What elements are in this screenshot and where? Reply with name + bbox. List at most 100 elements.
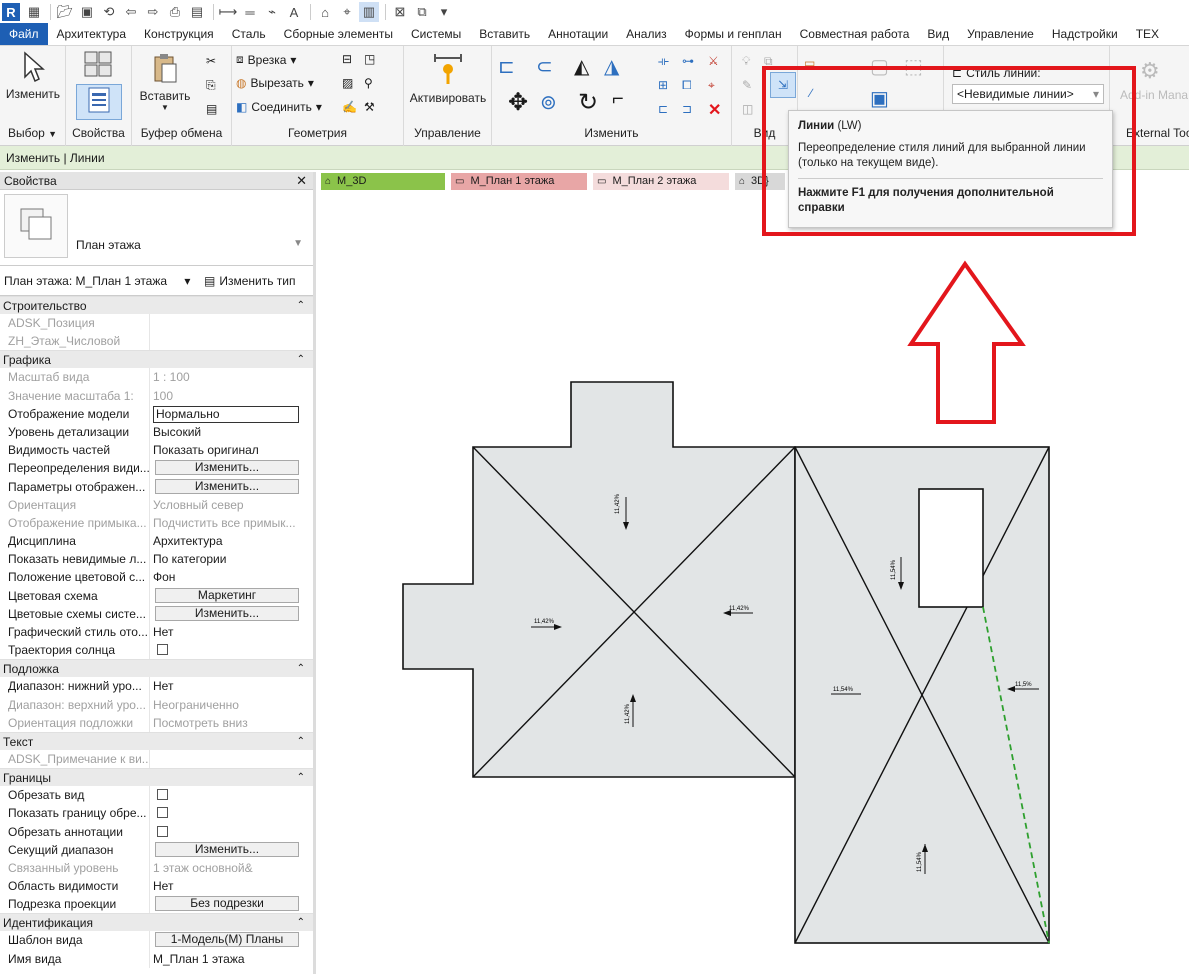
property-value-cell[interactable] bbox=[150, 641, 313, 659]
roof-plan[interactable]: 11,42% 11,42% 11,42% 11,42% 11,54% 11,5%… bbox=[321, 192, 1189, 974]
pin-element-icon[interactable]: ⌖ bbox=[708, 78, 715, 93]
close-hidden-icon[interactable]: ⊠ bbox=[390, 2, 410, 22]
property-checkbox[interactable] bbox=[157, 789, 168, 801]
grid-icon[interactable]: ▦ bbox=[24, 2, 44, 22]
property-group-header[interactable]: Графика ⌃ bbox=[0, 350, 313, 369]
match-properties-icon[interactable]: ▤ bbox=[206, 102, 217, 116]
modify-button[interactable]: Изменить bbox=[4, 50, 62, 101]
join-button[interactable]: ◧ Соединить ▾ bbox=[236, 100, 322, 114]
property-value-cell[interactable]: Нет bbox=[150, 877, 313, 895]
wall-joins-icon[interactable]: ⊟ bbox=[342, 52, 352, 66]
property-value-cell[interactable]: Нормально bbox=[150, 405, 313, 423]
mirror-draw-icon[interactable]: ◮ bbox=[604, 54, 619, 79]
property-edit-button[interactable]: Изменить... bbox=[155, 478, 299, 494]
customize-qat-icon[interactable]: ▾ bbox=[434, 2, 454, 22]
trim-extend-icon[interactable]: ⊏ bbox=[658, 102, 668, 116]
tab-file[interactable]: Файл bbox=[0, 23, 48, 45]
delete-icon[interactable]: ✕ bbox=[708, 100, 721, 120]
type-selector-button[interactable] bbox=[74, 50, 124, 81]
tab-massing-site[interactable]: Формы и генплан bbox=[676, 23, 791, 45]
tag-icon[interactable]: ⌁ bbox=[262, 2, 282, 22]
property-value-cell[interactable]: Без подрезки bbox=[150, 895, 313, 913]
home-icon[interactable]: ⌂ bbox=[315, 2, 335, 22]
roof-opening[interactable] bbox=[918, 488, 984, 608]
collapse-icon[interactable]: ⌃ bbox=[297, 914, 305, 932]
copy-element-icon[interactable]: ⊚ bbox=[540, 90, 557, 115]
property-value-cell[interactable]: Изменить... bbox=[150, 478, 313, 496]
unpin-icon[interactable]: ⚔ bbox=[708, 54, 719, 68]
roof-left-outline[interactable] bbox=[402, 381, 796, 778]
collapse-icon[interactable]: ⌃ bbox=[297, 769, 305, 787]
trim-icon[interactable]: ⌐ bbox=[612, 88, 624, 111]
cope-button[interactable]: ⧈ Врезка ▾ bbox=[236, 52, 296, 67]
offset-icon[interactable]: ⊂ bbox=[536, 54, 553, 79]
tab-insert[interactable]: Вставить bbox=[470, 23, 539, 45]
property-checkbox[interactable] bbox=[157, 644, 168, 656]
split-face-icon[interactable]: ◳ bbox=[364, 52, 375, 66]
property-value-cell[interactable]: Архитектура bbox=[150, 532, 313, 550]
property-group-header[interactable]: Границы ⌃ bbox=[0, 768, 313, 787]
property-value-cell[interactable]: Маркетинг bbox=[150, 587, 313, 605]
tab-manage[interactable]: Управление bbox=[958, 23, 1043, 45]
align-tool-icon[interactable]: ⊏ bbox=[498, 54, 515, 79]
save-icon[interactable]: ▣ bbox=[77, 2, 97, 22]
hammer-icon[interactable]: ⚒ bbox=[364, 100, 375, 114]
mirror-axis-icon[interactable]: ◭ bbox=[574, 54, 589, 79]
extend-icon[interactable]: ⊐ bbox=[682, 102, 692, 116]
tab-systems[interactable]: Системы bbox=[402, 23, 470, 45]
brush-icon[interactable]: ✎ bbox=[742, 78, 752, 92]
property-checkbox[interactable] bbox=[157, 825, 168, 837]
addin-gear-icon[interactable]: ⚙ bbox=[1140, 58, 1160, 84]
view-tab-3d[interactable]: ⌂ М_3D bbox=[321, 173, 445, 190]
property-edit-button[interactable]: Изменить... bbox=[155, 841, 299, 857]
tab-view[interactable]: Вид bbox=[918, 23, 958, 45]
redo-icon[interactable]: ⇨ bbox=[143, 2, 163, 22]
split-gap-icon[interactable]: ⊶ bbox=[682, 54, 694, 68]
property-value-cell[interactable]: Нет bbox=[150, 623, 313, 641]
property-value-cell[interactable]: Фон bbox=[150, 568, 313, 586]
property-value-cell[interactable]: Изменить... bbox=[150, 459, 313, 477]
property-edit-button[interactable]: Маркетинг bbox=[155, 587, 299, 603]
property-group-header[interactable]: Подложка ⌃ bbox=[0, 659, 313, 678]
hide-element-icon[interactable]: 💡︎ bbox=[742, 54, 750, 69]
text-icon[interactable]: A bbox=[284, 2, 304, 22]
tab-steel[interactable]: Сталь bbox=[223, 23, 275, 45]
sync-icon[interactable]: ⟲ bbox=[99, 2, 119, 22]
property-value-cell[interactable]: Показать оригинал bbox=[150, 441, 313, 459]
collapse-icon[interactable]: ⌃ bbox=[297, 733, 305, 751]
property-edit-button[interactable]: Без подрезки bbox=[155, 896, 299, 912]
paint-icon[interactable]: ▨ bbox=[342, 76, 353, 90]
property-value-cell[interactable]: 1-Модель(М) Планы bbox=[150, 931, 313, 949]
pin-icon[interactable]: ⌖ bbox=[337, 2, 357, 22]
properties-button[interactable] bbox=[76, 84, 122, 120]
tab-analyze[interactable]: Анализ bbox=[617, 23, 676, 45]
view-tab-plan-1[interactable]: ▭ М_План 1 этажа bbox=[451, 173, 587, 190]
property-group-header[interactable]: Строительство ⌃ bbox=[0, 296, 313, 314]
property-group-header[interactable]: Текст ⌃ bbox=[0, 731, 313, 751]
instance-selector[interactable]: План этажа: М_План 1 этажа ▾ bbox=[4, 274, 204, 288]
move-icon[interactable]: ✥ bbox=[508, 88, 528, 117]
revit-logo[interactable]: R bbox=[2, 3, 20, 21]
rotate-icon[interactable]: ↻ bbox=[578, 88, 598, 117]
activate-button[interactable]: Активировать bbox=[408, 52, 488, 105]
property-value-cell[interactable]: Нет bbox=[150, 677, 313, 695]
tab-structure[interactable]: Конструкция bbox=[135, 23, 223, 45]
cut-icon[interactable]: ✂ bbox=[206, 54, 216, 68]
cut-geometry-button[interactable]: ◍ Вырезать ▾ bbox=[236, 76, 314, 90]
tab-tex[interactable]: TEX bbox=[1127, 23, 1168, 45]
property-value-cell[interactable] bbox=[150, 804, 313, 822]
switch-windows-icon[interactable]: ⧉ bbox=[412, 2, 432, 22]
property-value-cell[interactable] bbox=[150, 823, 313, 841]
open-icon[interactable]: 📂︎ bbox=[55, 2, 75, 22]
property-value-cell[interactable]: Изменить... bbox=[150, 605, 313, 623]
paste-button[interactable]: Вставить ▼ bbox=[138, 52, 192, 112]
property-group-header[interactable]: Идентификация ⌃ bbox=[0, 913, 313, 932]
drawing-canvas[interactable]: 11,42% 11,42% 11,42% 11,42% 11,54% 11,5%… bbox=[321, 192, 1189, 974]
property-value-cell[interactable]: Высокий bbox=[150, 423, 313, 441]
property-checkbox[interactable] bbox=[157, 807, 168, 819]
thin-lines-icon[interactable]: ▥ bbox=[359, 2, 379, 22]
array-icon[interactable]: ⊞ bbox=[658, 78, 668, 92]
property-edit-button[interactable]: Изменить... bbox=[155, 460, 299, 476]
property-value-cell[interactable]: М_План 1 этажа bbox=[150, 950, 313, 968]
property-edit-button[interactable]: Изменить... bbox=[155, 605, 299, 621]
